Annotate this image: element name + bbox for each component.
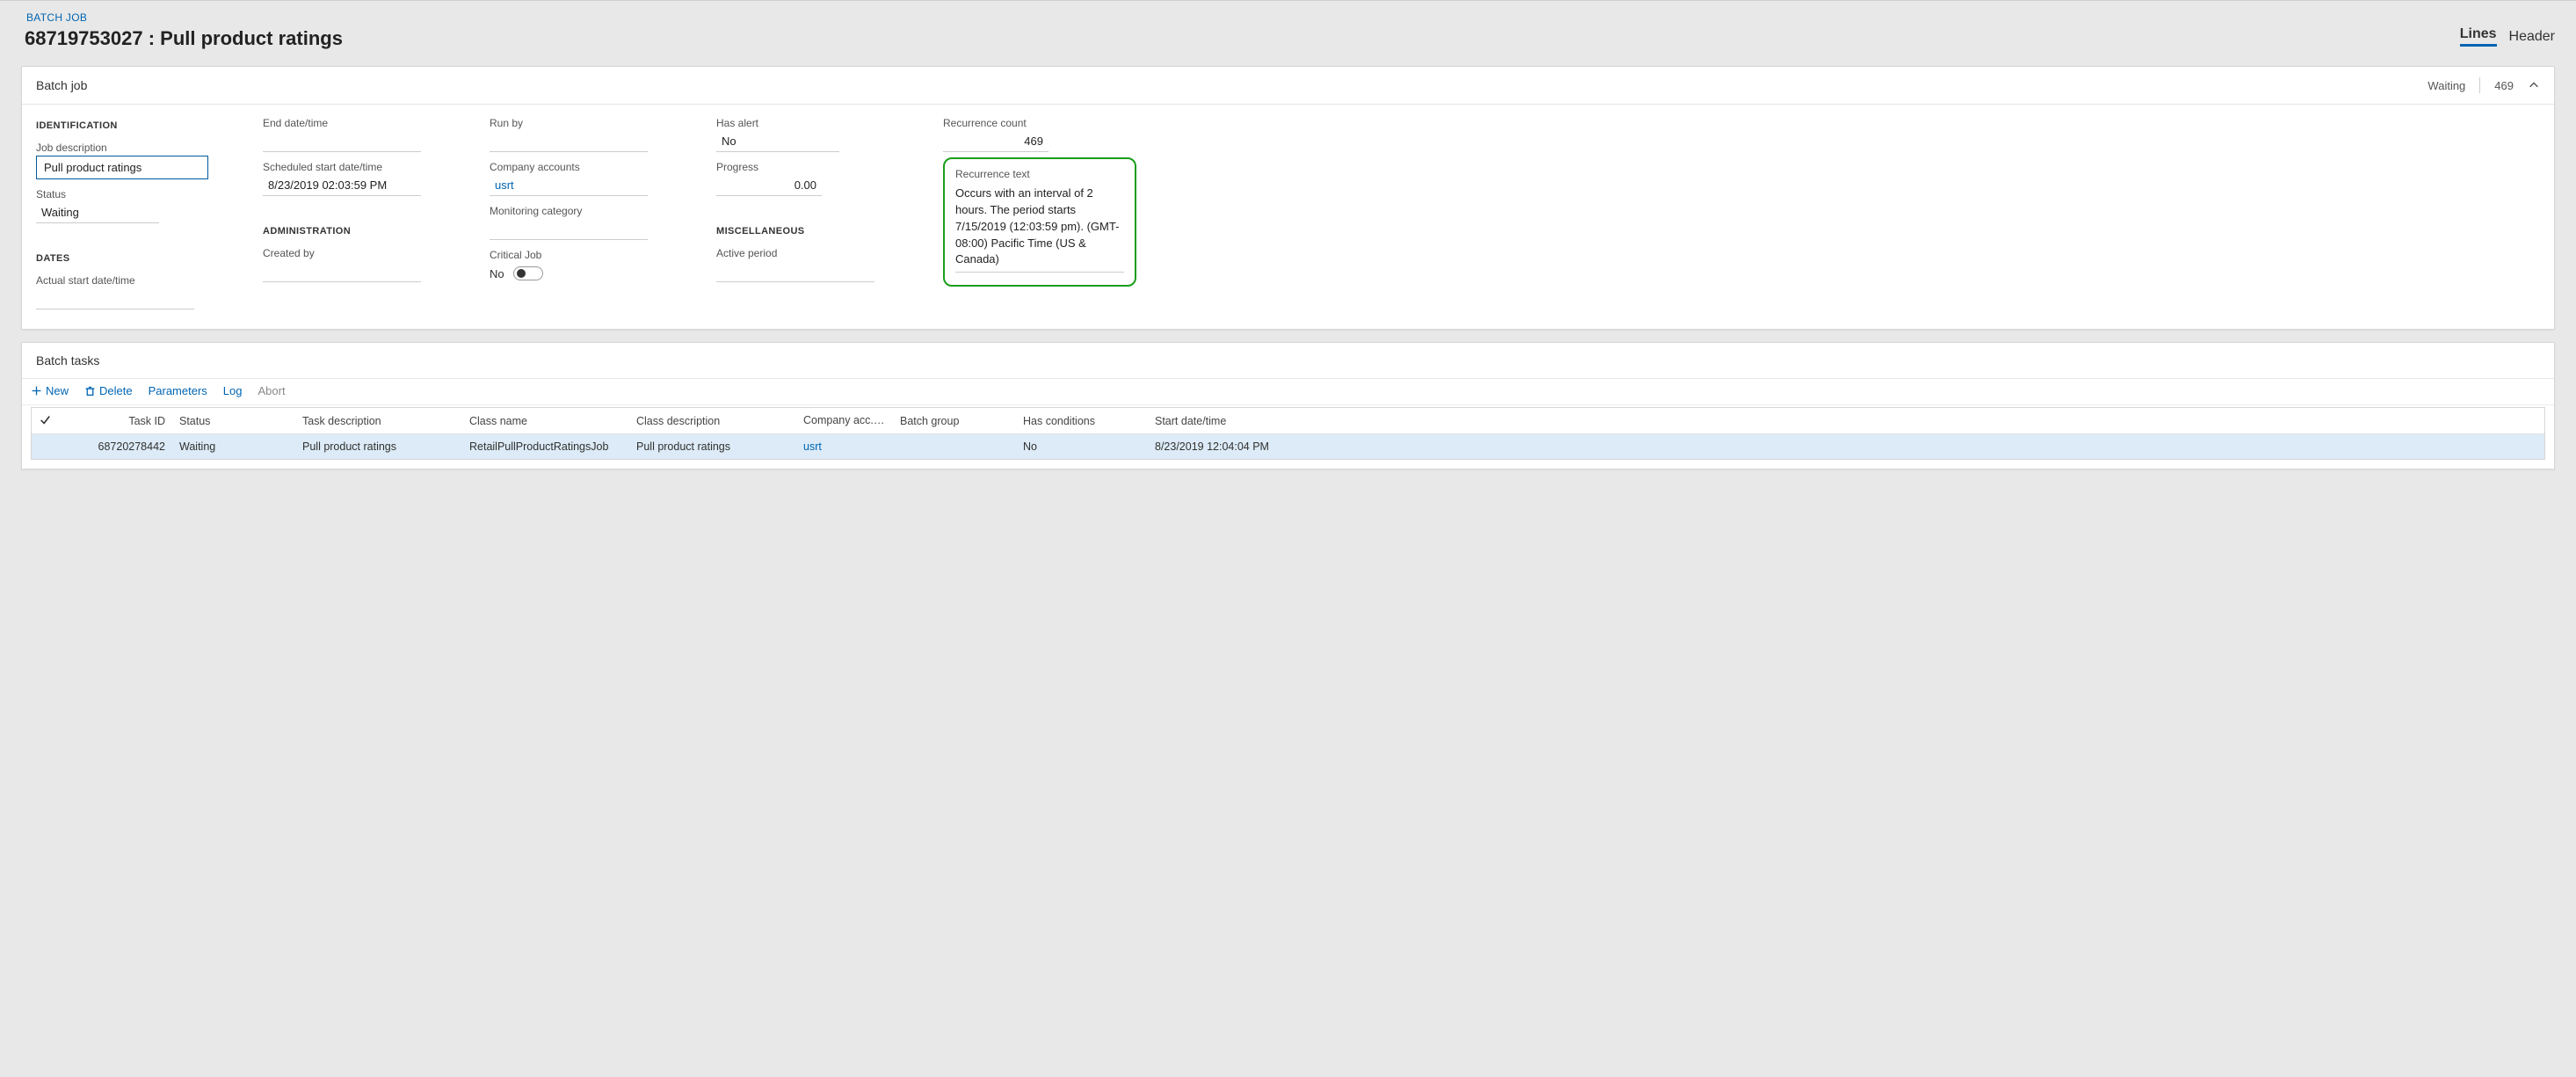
cell-batch-group <box>893 440 1016 453</box>
recurrence-text-label: Recurrence text <box>955 168 1124 180</box>
batch-tasks-grid: Task ID Status Task description Class na… <box>31 407 2545 460</box>
cell-has-conditions: No <box>1016 434 1148 459</box>
end-date-value[interactable] <box>263 131 421 152</box>
has-alert-label: Has alert <box>716 117 901 129</box>
miscellaneous-heading: MISCELLANEOUS <box>716 226 901 237</box>
delete-button[interactable]: Delete <box>84 384 133 397</box>
scheduled-start-value[interactable] <box>263 175 421 196</box>
col-class-name[interactable]: Class name <box>462 410 629 433</box>
log-button[interactable]: Log <box>223 384 243 397</box>
company-accounts-value[interactable]: usrt <box>490 175 648 196</box>
monitoring-category-value[interactable] <box>490 219 648 240</box>
tab-lines[interactable]: Lines <box>2460 26 2497 47</box>
check-icon <box>39 416 51 428</box>
status-value[interactable] <box>36 202 159 223</box>
monitoring-category-label: Monitoring category <box>490 205 674 217</box>
active-period-value[interactable] <box>716 261 874 282</box>
created-by-label: Created by <box>263 247 447 259</box>
scheduled-start-label: Scheduled start date/time <box>263 161 447 173</box>
recurrence-text-box: Recurrence text Occurs with an interval … <box>943 157 1136 287</box>
col-has-conditions[interactable]: Has conditions <box>1016 410 1148 433</box>
col-status[interactable]: Status <box>172 410 295 433</box>
batch-job-status-chip: Waiting <box>2427 79 2465 92</box>
select-column-header[interactable] <box>32 408 67 433</box>
cell-task-description: Pull product ratings <box>295 434 462 459</box>
col-class-description[interactable]: Class description <box>629 410 796 433</box>
critical-job-label: Critical Job <box>490 249 674 261</box>
batch-job-card-title: Batch job <box>36 78 87 92</box>
recurrence-count-value[interactable] <box>943 131 1049 152</box>
run-by-value[interactable] <box>490 131 648 152</box>
cell-start-datetime: 8/23/2019 12:04:04 PM <box>1148 434 2544 459</box>
divider <box>2479 77 2480 93</box>
active-period-label: Active period <box>716 247 901 259</box>
created-by-value[interactable] <box>263 261 421 282</box>
actual-start-value[interactable] <box>36 288 194 309</box>
batch-job-count-chip: 469 <box>2494 79 2514 92</box>
status-label: Status <box>36 188 221 200</box>
cell-class-name: RetailPullProductRatingsJob <box>462 434 629 459</box>
run-by-label: Run by <box>490 117 674 129</box>
cell-company-accounts[interactable]: usrt <box>796 434 893 459</box>
batch-tasks-title: Batch tasks <box>22 343 2554 379</box>
parameters-button[interactable]: Parameters <box>149 384 207 397</box>
cell-class-description: Pull product ratings <box>629 434 796 459</box>
critical-job-toggle[interactable] <box>513 266 543 280</box>
cell-status: Waiting <box>172 434 295 459</box>
recurrence-count-label: Recurrence count <box>943 117 1136 129</box>
tab-header[interactable]: Header <box>2509 29 2555 47</box>
progress-label: Progress <box>716 161 901 173</box>
col-task-description[interactable]: Task description <box>295 410 462 433</box>
recurrence-text-value: Occurs with an interval of 2 hours. The … <box>955 186 1124 273</box>
batch-job-card: Batch job Waiting 469 IDENTIFICATION Job… <box>21 66 2555 330</box>
end-date-label: End date/time <box>263 117 447 129</box>
chevron-up-icon[interactable] <box>2528 79 2540 91</box>
progress-value[interactable] <box>716 175 822 196</box>
col-batch-group[interactable]: Batch group <box>893 410 1016 433</box>
administration-heading: ADMINISTRATION <box>263 226 447 237</box>
page-title: 68719753027 : Pull product ratings <box>25 27 343 50</box>
dates-heading: DATES <box>36 253 221 264</box>
col-company-accounts[interactable]: Company acc... <box>796 409 893 433</box>
breadcrumb[interactable]: BATCH JOB <box>26 11 343 24</box>
col-task-id[interactable]: Task ID <box>67 410 172 433</box>
critical-job-value: No <box>490 267 504 280</box>
job-description-label: Job description <box>36 142 221 154</box>
actual-start-label: Actual start date/time <box>36 274 221 287</box>
has-alert-value[interactable] <box>716 131 839 152</box>
new-button[interactable]: New <box>31 384 69 397</box>
batch-tasks-card: Batch tasks New Delete Parameters Log Ab… <box>21 342 2555 469</box>
table-row[interactable]: 68720278442 Waiting Pull product ratings… <box>32 434 2544 459</box>
company-accounts-label: Company accounts <box>490 161 674 173</box>
job-description-input[interactable] <box>36 156 208 179</box>
abort-button: Abort <box>258 384 286 397</box>
grid-header-row: Task ID Status Task description Class na… <box>32 408 2544 434</box>
col-start-datetime[interactable]: Start date/time <box>1148 410 2544 433</box>
identification-heading: IDENTIFICATION <box>36 120 221 131</box>
cell-task-id: 68720278442 <box>67 434 172 459</box>
